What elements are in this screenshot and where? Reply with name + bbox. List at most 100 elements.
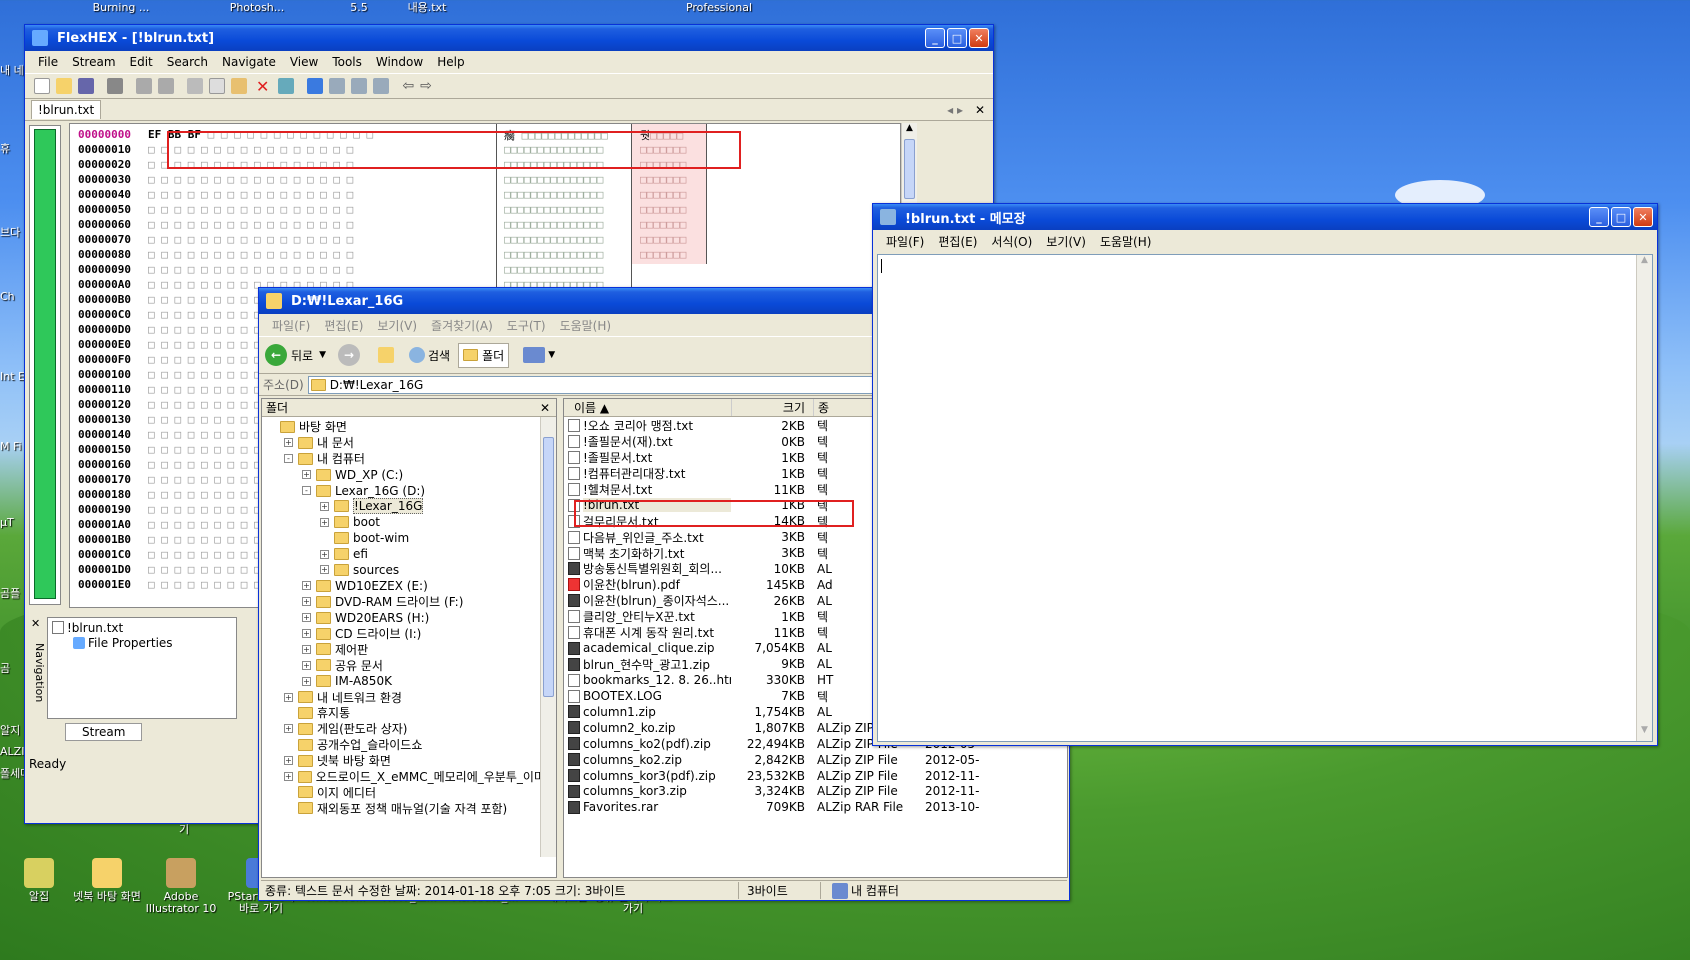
close-button[interactable]: ✕: [969, 28, 989, 48]
expand-icon[interactable]: +: [302, 676, 311, 686]
views-icon[interactable]: [523, 347, 546, 363]
tree-item[interactable]: + sources: [266, 562, 556, 578]
tree-item[interactable]: - 내 컴퓨터: [266, 451, 556, 467]
tree-item[interactable]: 이지 에디터: [266, 784, 556, 800]
desktop-left-label[interactable]: ALZIP: [0, 745, 24, 758]
desktop-icon-label[interactable]: Photosh...: [218, 2, 296, 14]
menu-item[interactable]: 도움말(H): [553, 317, 619, 334]
collapse-icon[interactable]: -: [302, 486, 311, 495]
back-button-label[interactable]: 뒤로: [291, 347, 313, 364]
menu-item[interactable]: Edit: [123, 55, 160, 69]
expand-icon[interactable]: +: [302, 597, 311, 607]
desktop-icon-label[interactable]: Burning ...: [82, 2, 160, 14]
bookmark-flag-icon[interactable]: [307, 78, 324, 94]
notepad-titlebar[interactable]: !blrun.txt - 메모장 _ □ ✕: [873, 204, 1657, 230]
nav-tab-stream[interactable]: Stream: [65, 723, 143, 741]
tree-item[interactable]: + CD 드라이브 (I:): [266, 626, 556, 642]
maximize-button[interactable]: □: [947, 28, 967, 48]
save-icon[interactable]: [78, 78, 94, 94]
print-icon[interactable]: [107, 78, 123, 94]
desktop-icon-label[interactable]: Professional: [680, 2, 758, 14]
file-row[interactable]: columns_kor3(pdf).zip 23,532KB ALZip ZIP F…: [568, 768, 1067, 784]
tree-item[interactable]: 공개수업_슬라이드쇼: [266, 737, 556, 753]
menu-item[interactable]: 파일(F): [879, 233, 931, 250]
expand-icon[interactable]: +: [320, 501, 329, 511]
notepad-scroll-up-icon[interactable]: ▲: [1637, 255, 1652, 271]
tree-item[interactable]: + 넷북 바탕 화면: [266, 753, 556, 769]
views-dropdown-icon[interactable]: ▼: [548, 350, 555, 360]
minimize-button[interactable]: _: [1589, 207, 1609, 227]
desktop-left-label[interactable]: 내 네: [0, 62, 24, 78]
expand-icon[interactable]: +: [320, 517, 329, 527]
menu-item[interactable]: Window: [369, 55, 430, 69]
expand-icon[interactable]: +: [284, 772, 293, 782]
menu-item[interactable]: Tools: [325, 55, 369, 69]
cut-icon[interactable]: [187, 78, 203, 94]
file-row[interactable]: columns_ko2.zip 2,842KB ALZip ZIP File 2012…: [568, 752, 1067, 768]
scroll-up-icon[interactable]: ▲: [902, 123, 917, 139]
find-icon[interactable]: [278, 78, 295, 94]
tree-item[interactable]: + WD_XP (C:): [266, 467, 556, 483]
menu-item[interactable]: 편집(E): [931, 233, 984, 250]
expand-icon[interactable]: +: [302, 644, 311, 654]
expand-icon[interactable]: +: [302, 581, 311, 591]
menu-item[interactable]: 보기(V): [1039, 233, 1093, 250]
expand-icon[interactable]: +: [284, 438, 293, 448]
desktop-icon[interactable]: 넷북 바탕 화면: [68, 858, 146, 903]
menu-item[interactable]: Stream: [65, 55, 122, 69]
file-row[interactable]: Favorites.rar 709KB ALZip RAR File 2013-10-: [568, 799, 1067, 815]
tree-item[interactable]: 재외동포 정책 매뉴얼(기술 자격 포함): [266, 800, 556, 816]
expand-icon[interactable]: +: [320, 565, 329, 575]
tree-item[interactable]: 휴지통: [266, 705, 556, 721]
tab-close-icon[interactable]: ✕: [975, 103, 985, 117]
file-row[interactable]: columns_kor3.zip 3,324KB ALZip ZIP File 201…: [568, 783, 1067, 799]
menu-item[interactable]: 도구(T): [500, 317, 553, 334]
flexhex-titlebar[interactable]: FlexHEX - [!blrun.txt] _ □ ✕: [25, 25, 993, 51]
desktop-left-label[interactable]: M Fi: [0, 440, 24, 453]
desktop-left-label[interactable]: 곰: [0, 660, 24, 676]
delete-icon[interactable]: ✕: [256, 77, 269, 96]
tree-item[interactable]: + 내 네트워크 환경: [266, 689, 556, 705]
desktop-left-label[interactable]: 브다: [0, 224, 24, 240]
tree-item[interactable]: + !Lexar_16G: [266, 498, 556, 515]
menu-item[interactable]: Navigate: [215, 55, 283, 69]
open-folder-icon[interactable]: [56, 78, 72, 94]
tree-item[interactable]: + WD20EARS (H:): [266, 610, 556, 626]
menu-item[interactable]: Help: [430, 55, 471, 69]
menu-item[interactable]: View: [283, 55, 325, 69]
menu-item[interactable]: 서식(O): [984, 233, 1039, 250]
menu-item[interactable]: 도움말(H): [1093, 233, 1159, 250]
tree-item[interactable]: + IM-A850K: [266, 673, 556, 689]
bookmark-next-icon[interactable]: [329, 78, 346, 94]
notepad-text-area[interactable]: ▲ ▼: [877, 254, 1653, 742]
expand-icon[interactable]: +: [320, 549, 329, 559]
menu-item[interactable]: 편집(E): [317, 317, 370, 334]
expand-icon[interactable]: +: [302, 629, 311, 639]
hex-row[interactable]: 00000050 □ □ □ □ □ □ □ □ □ □ □ □ □ □ □ □ □…: [70, 202, 900, 217]
folder-scroll-thumb[interactable]: [543, 437, 554, 697]
tree-item[interactable]: + 게임(판도라 상자): [266, 721, 556, 737]
expand-icon[interactable]: +: [302, 470, 311, 480]
menu-item[interactable]: 보기(V): [370, 317, 424, 334]
search-icon[interactable]: [409, 347, 426, 363]
desktop-icon[interactable]: 알집: [0, 858, 78, 903]
tree-item[interactable]: + 오드로이드_X_eMMC_메모리에_우분투_이미지: [266, 769, 556, 785]
expand-icon[interactable]: +: [284, 692, 293, 702]
desktop-left-label[interactable]: Ch: [0, 290, 24, 303]
paste-icon[interactable]: [231, 78, 247, 94]
folder-pane-close-icon[interactable]: ✕: [540, 401, 550, 415]
desktop-icon[interactable]: Adobe Illustrator 10: [142, 858, 220, 915]
desktop-left-label[interactable]: 휴: [0, 140, 24, 156]
minimize-button[interactable]: _: [925, 28, 945, 48]
nav-close-icon[interactable]: ✕: [31, 617, 40, 630]
expand-icon[interactable]: +: [284, 724, 293, 734]
tree-item[interactable]: + 제어판: [266, 641, 556, 657]
tree-item[interactable]: + 공유 문서: [266, 657, 556, 673]
tree-item[interactable]: boot-wim: [266, 530, 556, 546]
arrow-right-icon[interactable]: ⇨: [420, 78, 432, 94]
hex-row[interactable]: 00000060 □ □ □ □ □ □ □ □ □ □ □ □ □ □ □ □ □…: [70, 217, 900, 232]
tab-scroll-icon[interactable]: ◂ ▸: [947, 103, 963, 117]
expand-icon[interactable]: +: [284, 756, 293, 766]
tree-item[interactable]: + WD10EZEX (E:): [266, 578, 556, 594]
folder-scrollbar[interactable]: [540, 417, 556, 857]
